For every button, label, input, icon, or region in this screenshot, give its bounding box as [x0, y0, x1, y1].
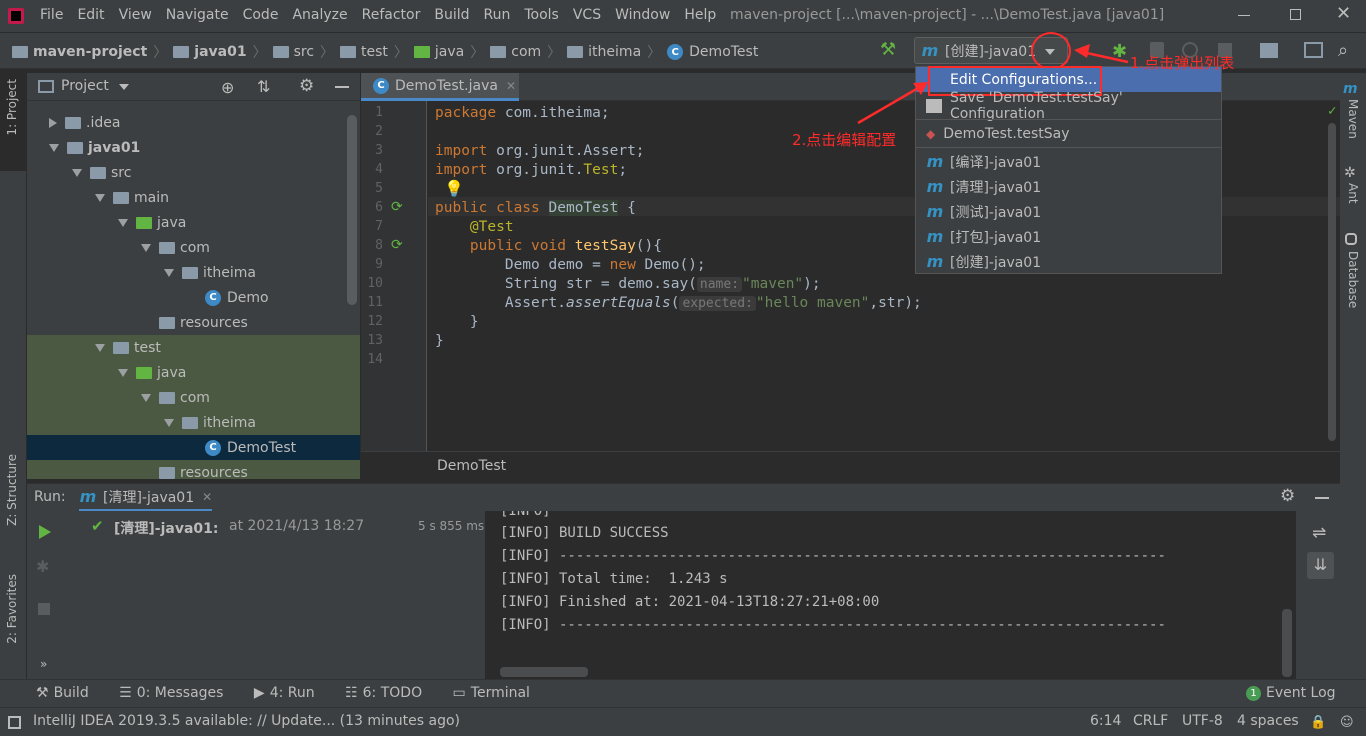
annotation-step1: 1.点击弹出列表 — [1130, 54, 1235, 72]
annotation-arrows — [857, 44, 1129, 125]
annotation-step2: 2.点击编辑配置 — [792, 131, 897, 149]
